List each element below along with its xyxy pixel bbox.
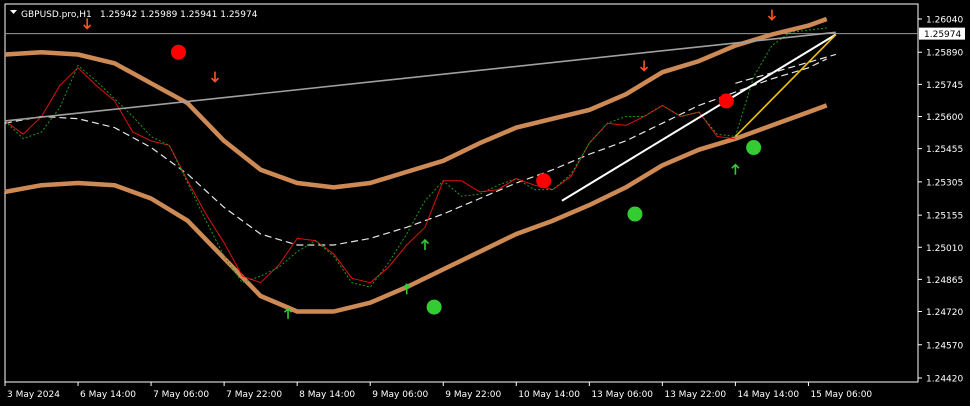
time-tick-label: 13 May 22:00 [664, 390, 726, 400]
time-tick-label: 7 May 22:00 [226, 390, 282, 400]
price-tick-label: 1.25745 [926, 81, 963, 91]
symbol-label: GBPUSD.pro,H1 [21, 10, 92, 20]
price-tick-label: 1.25010 [926, 244, 963, 254]
time-tick-label: 13 May 06:00 [591, 390, 653, 400]
buy-signal-dot [426, 299, 442, 315]
triangle-down-icon[interactable] [10, 10, 17, 14]
chart-window[interactable]: GBPUSD.pro,H1 1.25942 1.25989 1.25941 1.… [0, 0, 970, 406]
series-price [4, 67, 736, 284]
arrow-up-icon [731, 163, 740, 175]
buy-signal-dot [746, 140, 762, 156]
time-tick-label: 7 May 06:00 [153, 390, 209, 400]
price-tick-label: 1.24570 [926, 341, 963, 351]
arrow-up-icon [283, 307, 293, 319]
price-tick-label: 1.25155 [926, 212, 963, 222]
sell-signal-dot [170, 44, 186, 60]
price-tick-label: 1.25305 [926, 178, 963, 188]
line-mid-ext [735, 53, 836, 84]
time-tick-label: 15 May 06:00 [810, 390, 872, 400]
buy-signal-dot [627, 206, 643, 222]
price-tick-label: 1.24420 [926, 375, 963, 385]
arrow-down-icon [767, 9, 776, 21]
series-lower-band [4, 103, 828, 314]
price-tick-label: 1.25600 [926, 113, 963, 123]
price-chart[interactable]: GBPUSD.pro,H1 1.25942 1.25989 1.25941 1.… [0, 0, 970, 406]
chart-title[interactable]: GBPUSD.pro,H1 1.25942 1.25989 1.25941 1.… [10, 10, 258, 20]
series-signal [4, 27, 827, 288]
sell-signal-dot [718, 93, 734, 109]
price-tick-label: 1.25890 [926, 49, 963, 59]
arrow-down-icon [210, 71, 220, 83]
price-tick-label: 1.24720 [926, 308, 963, 318]
price-axis[interactable]: 1.26040 1.25890 1.25745 1.25600 1.25455 1.253… [918, 16, 965, 385]
current-price-label: 1.25974 [924, 30, 961, 40]
time-tick-label: 9 May 06:00 [372, 390, 428, 400]
line-trend [4, 31, 836, 122]
series-midline [4, 58, 827, 246]
time-tick-label: 9 May 22:00 [445, 390, 501, 400]
price-tick-label: 1.25455 [926, 145, 963, 155]
time-tick-label: 8 May 14:00 [299, 390, 355, 400]
price-tick-label: 1.26040 [926, 16, 963, 26]
arrow-down-icon [640, 60, 649, 72]
time-axis[interactable]: 3 May 2024 6 May 14:00 7 May 06:00 7 May 22… [4, 382, 872, 400]
arrow-up-icon [420, 238, 430, 251]
ohlc-values: 1.25942 1.25989 1.25941 1.25974 [100, 10, 258, 20]
price-tick-label: 1.24865 [926, 276, 963, 286]
sell-signal-dot [536, 173, 552, 189]
time-tick-label: 3 May 2024 [7, 390, 60, 400]
time-tick-label: 6 May 14:00 [80, 390, 136, 400]
time-tick-label: 10 May 14:00 [518, 390, 580, 400]
indicator-lines [4, 16, 837, 314]
time-tick-label: 14 May 14:00 [737, 390, 799, 400]
